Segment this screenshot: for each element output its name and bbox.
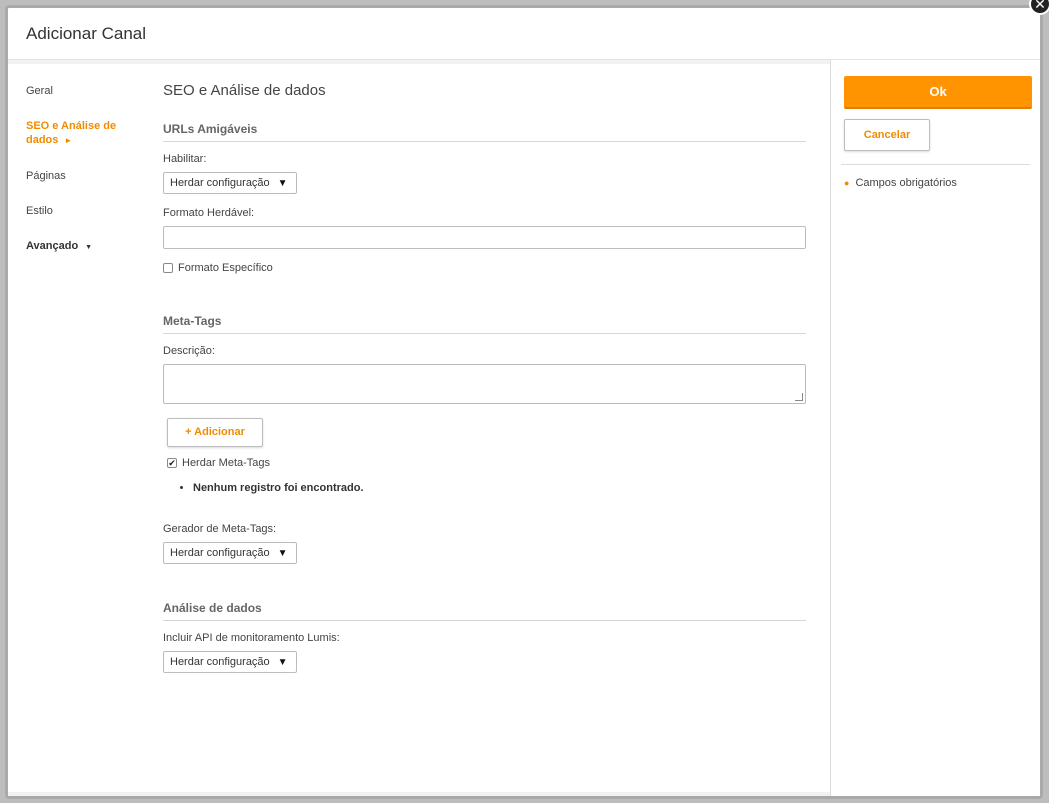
left-nav: Geral SEO e Análise de dados ► Páginas Es…	[26, 84, 136, 276]
dropdown-arrow-icon: ▼	[277, 547, 288, 559]
enable-label: Habilitar:	[163, 153, 207, 165]
enable-select[interactable]: Herdar configuração ▼	[163, 172, 297, 194]
format-input[interactable]	[163, 226, 806, 249]
ok-button[interactable]: Ok	[844, 76, 1032, 109]
arrow-right-icon: ►	[64, 136, 73, 145]
main-panel: Geral SEO e Análise de dados ► Páginas Es…	[8, 64, 830, 792]
nav-item-label: Avançado	[26, 240, 79, 252]
meta-tags-list: Nenhum registro foi encontrado.	[163, 482, 806, 494]
nav-item-avancado[interactable]: Avançado ▼	[26, 239, 136, 255]
api-label: Incluir API de monitoramento Lumis:	[163, 632, 340, 644]
specific-format-label: Formato Específico	[178, 262, 273, 274]
nav-item-estilo[interactable]: Estilo	[26, 204, 136, 218]
select-value: Herdar configuração	[170, 177, 270, 189]
inherit-meta-checkbox[interactable]: ✔	[167, 458, 177, 468]
select-value: Herdar configuração	[170, 656, 270, 668]
cancel-button[interactable]: Cancelar	[844, 119, 930, 151]
dropdown-arrow-icon: ▼	[277, 177, 288, 189]
empty-message: Nenhum registro foi encontrado.	[193, 482, 806, 494]
inherit-meta-row: ✔ Herdar Meta-Tags	[167, 457, 806, 469]
nav-item-paginas[interactable]: Páginas	[26, 169, 136, 183]
required-bullet-icon: ●	[844, 178, 850, 188]
required-fields-label: Campos obrigatórios	[855, 177, 957, 189]
dialog-titlebar: Adicionar Canal	[8, 8, 1040, 60]
dropdown-arrow-icon: ▼	[277, 656, 288, 668]
nav-item-geral[interactable]: Geral	[26, 84, 136, 98]
specific-format-row: Formato Específico	[163, 262, 806, 274]
required-fields-note: ● Campos obrigatórios	[844, 177, 957, 189]
generator-select[interactable]: Herdar configuração ▼	[163, 542, 297, 564]
inherit-meta-label: Herdar Meta-Tags	[182, 457, 271, 469]
format-label: Formato Herdável:	[163, 207, 255, 219]
section-heading-meta: Meta-Tags	[163, 314, 806, 334]
nav-item-seo[interactable]: SEO e Análise de dados ►	[26, 119, 136, 148]
add-meta-tag-button[interactable]: + Adicionar	[167, 418, 263, 447]
divider	[841, 164, 1030, 165]
content-area: SEO e Análise de dados URLs Amigáveis Ha…	[163, 82, 806, 673]
generator-label: Gerador de Meta-Tags:	[163, 523, 277, 535]
api-select[interactable]: Herdar configuração ▼	[163, 651, 297, 673]
dialog-title: Adicionar Canal	[26, 23, 147, 43]
nav-item-label: Geral	[26, 85, 53, 97]
nav-item-label: Estilo	[26, 205, 53, 217]
section-heading-analytics: Análise de dados	[163, 601, 806, 621]
resize-grip-icon[interactable]	[795, 393, 803, 401]
select-value: Herdar configuração	[170, 547, 270, 559]
add-channel-dialog: Adicionar Canal Geral SEO e Análise de d…	[5, 5, 1043, 799]
nav-item-label: Páginas	[26, 170, 66, 182]
caret-down-icon: ▼	[85, 244, 93, 251]
description-textarea[interactable]	[163, 364, 806, 404]
side-panel: Ok Cancelar ● Campos obrigatórios	[830, 60, 1040, 796]
section-heading-urls: URLs Amigáveis	[163, 122, 806, 142]
page-title: SEO e Análise de dados	[163, 82, 326, 99]
specific-format-checkbox[interactable]	[163, 263, 173, 273]
main-area: Geral SEO e Análise de dados ► Páginas Es…	[8, 60, 830, 796]
description-label: Descrição:	[163, 345, 215, 357]
